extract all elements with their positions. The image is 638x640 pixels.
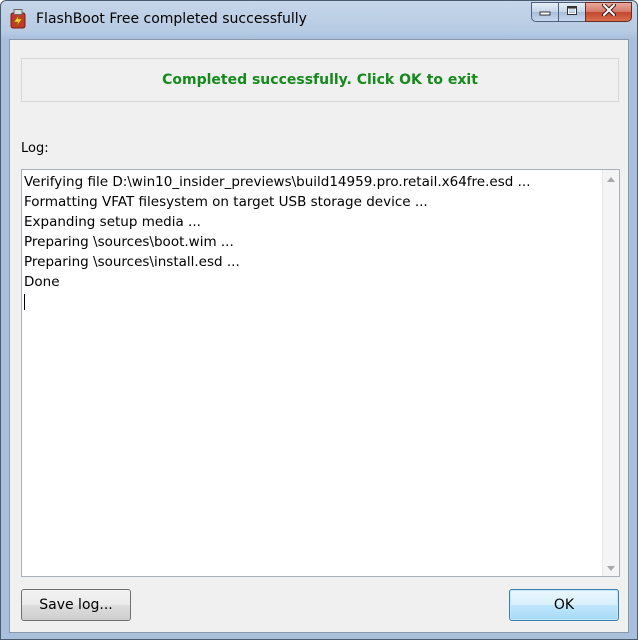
status-message: Completed successfully. Click OK to exit: [162, 72, 478, 88]
minimize-button[interactable]: [531, 2, 558, 22]
close-icon: [601, 3, 616, 20]
log-scrollbar[interactable]: [602, 170, 619, 576]
log-line: Formatting VFAT filesystem on target USB…: [24, 194, 428, 210]
minimize-icon: [539, 5, 551, 20]
text-caret: [24, 294, 25, 310]
maximize-icon: [566, 5, 578, 20]
log-line: Verifying file D:\win10_insider_previews…: [24, 174, 531, 190]
window-title: FlashBoot Free completed successfully: [36, 11, 307, 27]
scroll-down-button[interactable]: [603, 559, 619, 576]
text-caret-line: [24, 292, 600, 312]
scroll-down-arrow-icon: [607, 560, 615, 575]
status-panel: Completed successfully. Click OK to exit: [21, 58, 619, 102]
log-line: Done: [24, 274, 60, 290]
log-label: Log:: [21, 141, 49, 156]
log-lines: Verifying file D:\win10_insider_previews…: [24, 172, 600, 312]
scroll-up-button[interactable]: [603, 170, 619, 187]
log-textarea[interactable]: Verifying file D:\win10_insider_previews…: [21, 169, 620, 577]
close-button[interactable]: [585, 2, 632, 22]
scroll-up-arrow-icon: [607, 171, 615, 186]
dialog-body: Completed successfully. Click OK to exit…: [9, 39, 629, 633]
title-bar[interactable]: FlashBoot Free completed successfully: [1, 1, 637, 39]
caption-buttons: [531, 2, 632, 22]
ok-button[interactable]: OK: [509, 589, 619, 621]
maximize-button[interactable]: [558, 2, 585, 22]
log-line: Preparing \sources\install.esd ...: [24, 254, 240, 270]
flashboot-usb-icon: [9, 9, 27, 29]
log-line: Preparing \sources\boot.wim ...: [24, 234, 234, 250]
dialog-window: FlashBoot Free completed successfully Co…: [0, 0, 638, 640]
log-line: Expanding setup media ...: [24, 214, 201, 230]
save-log-button[interactable]: Save log...: [21, 589, 131, 621]
